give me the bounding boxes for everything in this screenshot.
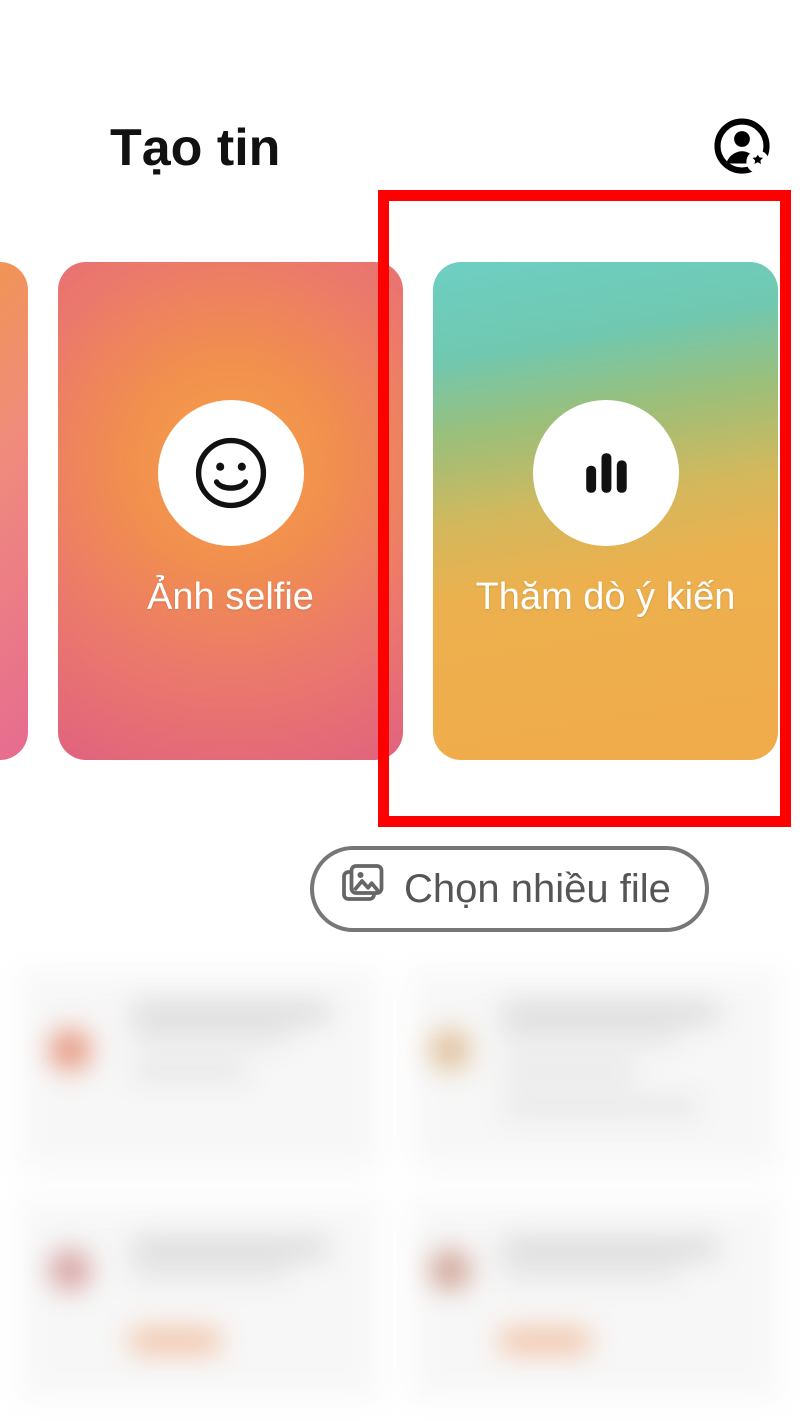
poll-card-label: Thăm dò ý kiến [476, 574, 736, 622]
gallery-icon [338, 860, 386, 918]
media-gallery-blurred [0, 950, 800, 1421]
selfie-card-label: Ảnh selfie [147, 574, 314, 622]
poll-card[interactable]: Thăm dò ý kiến [433, 262, 778, 760]
card-previous-partial[interactable] [0, 262, 28, 760]
story-type-cards: Ảnh selfie Thăm dò ý kiến [0, 262, 800, 760]
selfie-card[interactable]: Ảnh selfie [58, 262, 403, 760]
page-title: Tạo tin [110, 118, 280, 178]
multi-select-label: Chọn nhiều file [404, 867, 671, 912]
user-settings-icon[interactable] [714, 118, 770, 179]
poll-bars-icon [533, 400, 679, 546]
smile-icon [158, 400, 304, 546]
header: Tạo tin [0, 108, 800, 188]
multi-select-button[interactable]: Chọn nhiều file [310, 846, 709, 932]
